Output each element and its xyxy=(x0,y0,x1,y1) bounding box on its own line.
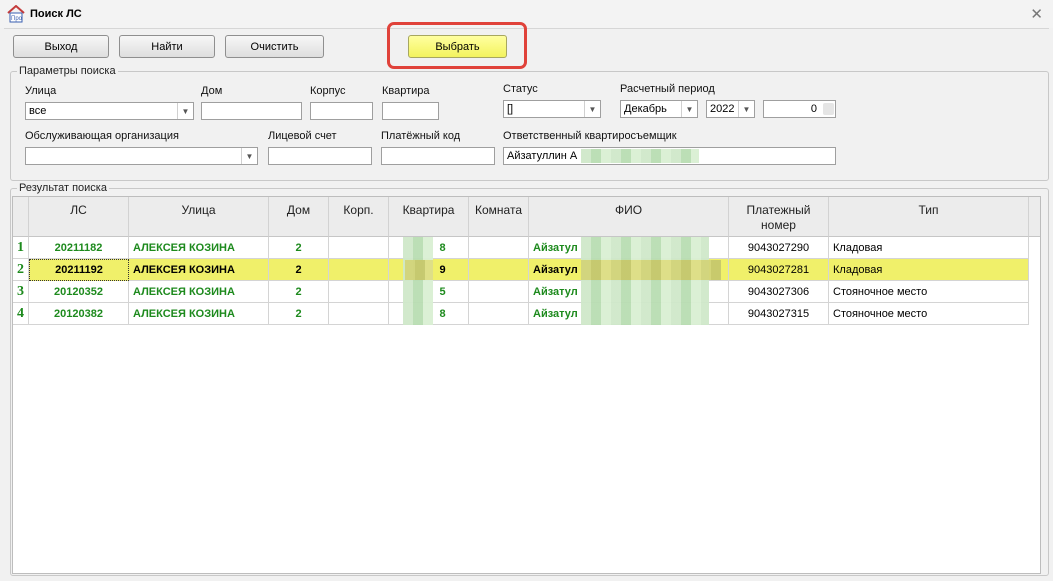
search-params-legend: Параметры поиска xyxy=(19,65,116,77)
paycode-field[interactable] xyxy=(381,147,495,165)
chevron-down-icon[interactable]: ▼ xyxy=(584,101,600,117)
cell-house[interactable]: 2 xyxy=(269,303,329,325)
period-label: Расчетный период xyxy=(620,83,715,95)
street-label: Улица xyxy=(25,85,57,97)
svg-text:Про: Про xyxy=(11,16,23,22)
cell-house[interactable]: 2 xyxy=(269,237,329,259)
cell-house[interactable]: 2 xyxy=(269,281,329,303)
period-number-field[interactable]: 0 xyxy=(763,100,836,118)
cell-house[interactable]: 2 xyxy=(269,259,329,281)
header-room[interactable]: Комната xyxy=(469,197,529,237)
tenant-label: Ответственный квартиросъемщик xyxy=(503,130,677,142)
cell-paynum[interactable]: 9043027315 xyxy=(729,303,829,325)
cell-room[interactable] xyxy=(469,259,529,281)
exit-button[interactable]: Выход xyxy=(13,35,109,58)
year-select-value: 2022 xyxy=(710,103,735,115)
header-korp[interactable]: Корп. xyxy=(329,197,389,237)
redaction-blur xyxy=(581,149,699,163)
cell-street[interactable]: АЛЕКСЕЯ КОЗИНА xyxy=(129,259,269,281)
header-type[interactable]: Тип xyxy=(829,197,1029,237)
house-label: Дом xyxy=(201,85,223,97)
cell-paynum[interactable]: 9043027290 xyxy=(729,237,829,259)
chevron-down-icon[interactable]: ▼ xyxy=(738,101,754,117)
cell-room[interactable] xyxy=(469,303,529,325)
chevron-down-icon[interactable]: ▼ xyxy=(681,101,697,117)
apartment-field[interactable] xyxy=(382,102,439,120)
account-field[interactable] xyxy=(268,147,372,165)
header-paynum[interactable]: Платежный номер xyxy=(729,197,829,237)
results-legend: Результат поиска xyxy=(19,182,107,194)
cell-room[interactable] xyxy=(469,281,529,303)
cell-ls[interactable]: 20211192 xyxy=(29,259,129,281)
header-house[interactable]: Дом xyxy=(269,197,329,237)
header-filler xyxy=(1029,197,1040,237)
cell-ls[interactable]: 20120382 xyxy=(29,303,129,325)
tenant-field-value: Айзатуллин А xyxy=(507,150,578,162)
header-street[interactable]: Улица xyxy=(129,197,269,237)
title-bar: Про Поиск ЛС ✕ xyxy=(0,0,1053,28)
cell-type[interactable]: Стояночное место xyxy=(829,281,1029,303)
month-select-value: Декабрь xyxy=(624,103,667,115)
cell-street[interactable]: АЛЕКСЕЯ КОЗИНА xyxy=(129,237,269,259)
status-select[interactable]: [] ▼ xyxy=(503,100,601,118)
korpus-field[interactable] xyxy=(310,102,373,120)
cell-type[interactable]: Кладовая xyxy=(829,259,1029,281)
header-fio[interactable]: ФИО xyxy=(529,197,729,237)
chevron-down-icon[interactable]: ▼ xyxy=(177,103,193,119)
cell-korp[interactable] xyxy=(329,303,389,325)
header-apartment[interactable]: Квартира xyxy=(389,197,469,237)
cell-korp[interactable] xyxy=(329,281,389,303)
paycode-label: Платёжный код xyxy=(381,130,461,142)
spinner-icon[interactable] xyxy=(823,103,834,115)
account-label: Лицевой счет xyxy=(268,130,337,142)
cell-room[interactable] xyxy=(469,237,529,259)
org-label: Обслуживающая организация xyxy=(25,130,179,142)
cell-ls[interactable]: 20211182 xyxy=(29,237,129,259)
redaction-blur xyxy=(581,260,721,280)
tenant-field[interactable]: Айзатуллин А xyxy=(503,147,836,165)
clear-button[interactable]: Очистить xyxy=(225,35,324,58)
house-field[interactable] xyxy=(201,102,302,120)
results-table: ЛС Улица Дом Корп. Квартира Комната ФИО … xyxy=(12,196,1041,574)
month-select[interactable]: Декабрь ▼ xyxy=(620,100,698,118)
cell-korp[interactable] xyxy=(329,237,389,259)
cell-korp[interactable] xyxy=(329,259,389,281)
find-button[interactable]: Найти xyxy=(119,35,215,58)
year-select[interactable]: 2022 ▼ xyxy=(706,100,755,118)
status-select-value: [] xyxy=(507,103,514,115)
redaction-blur xyxy=(403,237,433,325)
cell-type[interactable]: Кладовая xyxy=(829,237,1029,259)
cell-paynum[interactable]: 9043027281 xyxy=(729,259,829,281)
cell-street[interactable]: АЛЕКСЕЯ КОЗИНА xyxy=(129,281,269,303)
row-number: 3 xyxy=(13,281,29,303)
street-select-value: все xyxy=(29,105,47,117)
korpus-label: Корпус xyxy=(310,85,346,97)
app-logo-icon: Про xyxy=(7,5,25,23)
cell-ls[interactable]: 20120352 xyxy=(29,281,129,303)
apartment-label: Квартира xyxy=(382,85,430,97)
street-select[interactable]: все ▼ xyxy=(25,102,194,120)
org-select[interactable]: ▼ xyxy=(25,147,258,165)
row-number: 2 xyxy=(13,259,29,281)
redaction-blur xyxy=(405,260,433,280)
cell-paynum[interactable]: 9043027306 xyxy=(729,281,829,303)
close-icon[interactable]: ✕ xyxy=(1030,5,1043,23)
window-title: Поиск ЛС xyxy=(30,8,82,20)
redaction-blur xyxy=(581,237,709,325)
select-button-highlight-frame xyxy=(387,22,527,69)
period-number-value: 0 xyxy=(810,103,817,115)
header-ls[interactable]: ЛС xyxy=(29,197,129,237)
cell-street[interactable]: АЛЕКСЕЯ КОЗИНА xyxy=(129,303,269,325)
chevron-down-icon[interactable]: ▼ xyxy=(241,148,257,164)
row-number: 4 xyxy=(13,303,29,325)
header-rownum xyxy=(13,197,29,237)
row-number: 1 xyxy=(13,237,29,259)
cell-type[interactable]: Стояночное место xyxy=(829,303,1029,325)
status-label: Статус xyxy=(503,83,538,95)
